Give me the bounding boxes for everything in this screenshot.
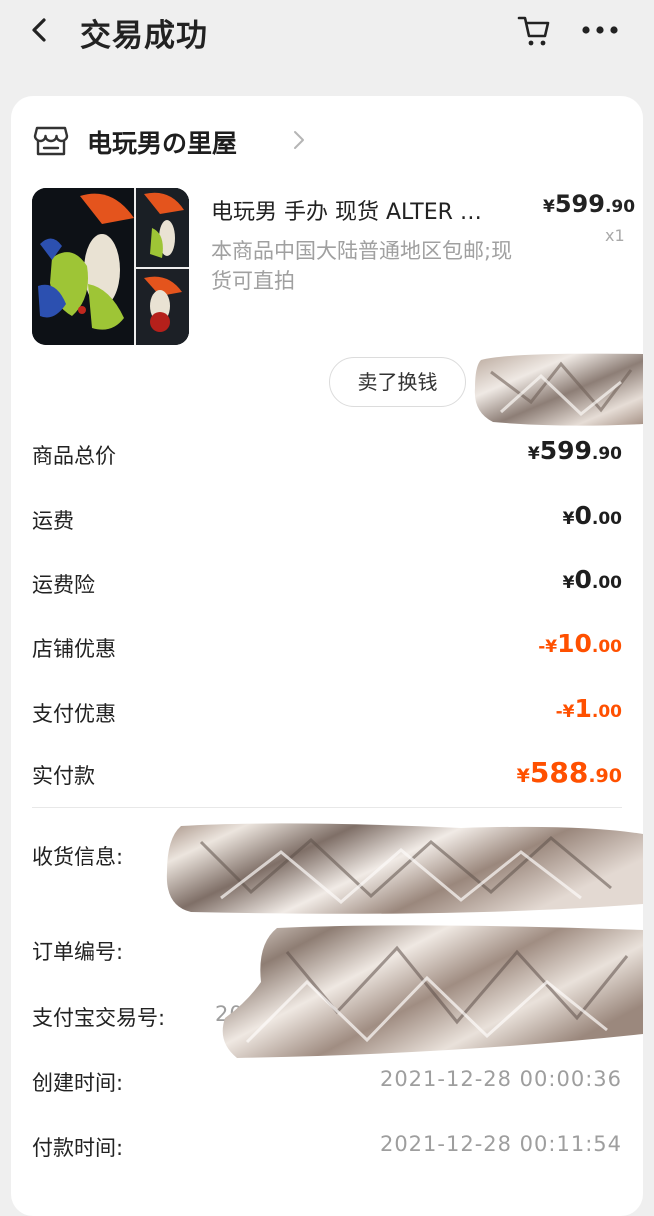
info-label: 订单编号: — [32, 940, 124, 964]
shop-header[interactable]: 电玩男の里屋 — [33, 122, 593, 162]
product-quantity: x1 — [605, 226, 625, 245]
order-card: 电玩男の里屋 电玩男 手办 现货 ALTER … 本商品中国大陆普通地区包邮;现… — [11, 96, 643, 1216]
cart-icon[interactable] — [516, 12, 552, 48]
summary-label: 实付款 — [32, 764, 95, 788]
product-price: ¥599.90 — [543, 190, 636, 218]
info-row-created-time: 创建时间: 2021-12-28 00:00:36 — [32, 1067, 622, 1103]
info-label: 收货信息: — [32, 845, 124, 869]
redaction-scribble — [471, 352, 643, 426]
summary-value: ¥599.90 — [527, 436, 622, 465]
chevron-right-icon — [294, 131, 304, 149]
product-title[interactable]: 电玩男 手办 现货 ALTER … — [211, 194, 482, 226]
summary-value: -¥1.00 — [555, 694, 622, 723]
summary-value: ¥0.00 — [562, 565, 622, 594]
summary-row-actual-paid: 实付款 ¥588.90 — [32, 756, 622, 796]
product-image[interactable] — [32, 188, 189, 345]
summary-label: 商品总价 — [32, 444, 116, 468]
top-bar: 交易成功 — [0, 0, 654, 64]
info-value: 2021-12-28 00:11:54 — [379, 1132, 622, 1156]
info-value: 2021-12-28 00:00:36 — [379, 1067, 622, 1091]
summary-row-shipping: 运费 ¥0.00 — [32, 501, 622, 541]
shop-name[interactable]: 电玩男の里屋 — [87, 124, 237, 160]
more-icon[interactable] — [579, 14, 621, 46]
redaction-scribble — [161, 822, 643, 918]
summary-label: 运费险 — [32, 573, 95, 597]
page-title: 交易成功 — [80, 18, 208, 54]
sell-for-cash-button[interactable]: 卖了换钱 — [329, 357, 466, 407]
summary-row-payment-discount: 支付优惠 -¥1.00 — [32, 694, 622, 734]
shop-icon — [33, 126, 69, 156]
summary-label: 店铺优惠 — [32, 637, 116, 661]
redaction-scribble — [217, 922, 643, 1060]
summary-label: 运费 — [32, 509, 74, 533]
summary-row-shipping-insurance: 运费险 ¥0.00 — [32, 565, 622, 605]
summary-value: ¥588.90 — [516, 756, 622, 789]
summary-row-shop-discount: 店铺优惠 -¥10.00 — [32, 629, 622, 669]
info-row-paid-time: 付款时间: 2021-12-28 00:11:54 — [32, 1132, 622, 1168]
info-label: 支付宝交易号: — [32, 1006, 166, 1030]
summary-value: -¥10.00 — [538, 629, 622, 658]
info-label: 付款时间: — [32, 1136, 124, 1160]
back-arrow-icon[interactable] — [24, 12, 56, 48]
summary-value: ¥0.00 — [562, 501, 622, 530]
info-label: 创建时间: — [32, 1071, 124, 1095]
product-description: 本商品中国大陆普通地区包邮;现货可直拍 — [211, 239, 513, 293]
divider — [32, 807, 622, 808]
summary-row-goods-total: 商品总价 ¥599.90 — [32, 436, 622, 476]
summary-label: 支付优惠 — [32, 702, 116, 726]
